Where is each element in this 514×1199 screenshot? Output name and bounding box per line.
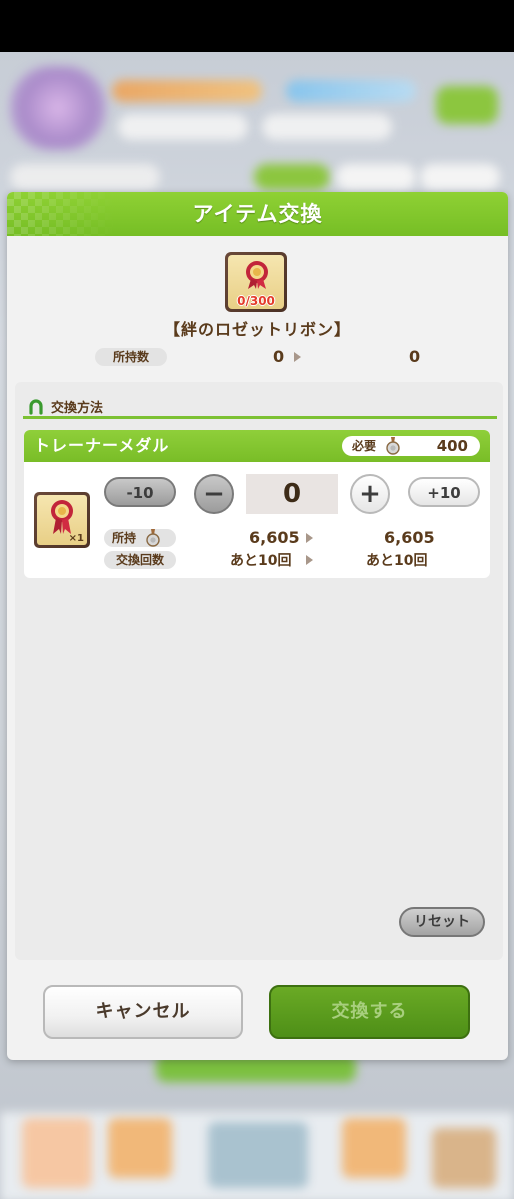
section-header: 交換方法: [27, 396, 103, 416]
quantity-display: 0: [246, 474, 338, 514]
reset-button[interactable]: リセット: [399, 907, 485, 937]
card-title: トレーナーメダル: [34, 436, 170, 455]
background-nav-tile: [342, 1118, 406, 1178]
section-divider: [23, 416, 497, 419]
cancel-button[interactable]: キャンセル: [43, 985, 243, 1039]
background-currency: [118, 114, 248, 140]
rosette-material-icon: ×1: [34, 492, 90, 548]
background-nav-tile: [432, 1128, 496, 1188]
plus-10-button[interactable]: +10: [408, 477, 480, 507]
dialog-title: アイテム交換: [192, 202, 323, 226]
required-label: 必要: [352, 439, 377, 453]
owned-count-after: 0: [409, 347, 421, 366]
background-nav-tile: [22, 1118, 92, 1188]
item-exchange-dialog: アイテム交換 0/300 【絆のロゼットリボン】 所持数 0 0 交換方法 トレ…: [7, 192, 508, 1060]
status-bar: [0, 0, 514, 52]
background-pill: [10, 164, 160, 190]
background-pill: [420, 164, 500, 190]
owned-count-label: 所持数: [95, 348, 167, 366]
medal-owned-label: 所持: [112, 531, 137, 545]
game-logo: [10, 66, 106, 150]
background-nav-tile: [208, 1122, 308, 1188]
rosette-ribbon-item-icon: 0/300: [225, 252, 287, 312]
arrow-right-icon: [294, 352, 301, 362]
medal-owned-after: 6,605: [384, 528, 435, 547]
background-button: [436, 86, 498, 124]
owned-count-before: 0: [273, 347, 285, 366]
rosette-icon: [51, 500, 73, 534]
increment-button[interactable]: +: [350, 474, 390, 514]
rosette-icon: [246, 261, 268, 289]
exchange-count-before: あと10回: [230, 553, 292, 569]
trainer-medal-icon: [146, 529, 160, 547]
item-name: 【絆のロゼットリボン】: [163, 320, 351, 339]
card-header: トレーナーメダル 必要 400: [24, 430, 490, 462]
arrow-right-icon: [306, 533, 313, 543]
section-title: 交換方法: [51, 400, 104, 416]
medal-owned-label-pill: 所持: [104, 529, 176, 547]
background-pill: [254, 164, 330, 190]
medal-owned-before: 6,605: [249, 528, 300, 547]
exchange-method-section: 交換方法 トレーナーメダル 必要 400 ×1 -10 − 0 + +10 所持…: [15, 382, 503, 960]
background-gauge: [286, 80, 416, 102]
trainer-medal-icon: [386, 437, 400, 455]
material-quantity: ×1: [68, 533, 84, 544]
arrow-right-icon: [306, 555, 313, 565]
required-amount-pill: 必要 400: [342, 436, 480, 456]
required-value: 400: [436, 437, 468, 455]
exchange-button[interactable]: 交換する: [269, 985, 470, 1039]
background-pill: [336, 164, 416, 190]
background-nav-tile: [108, 1118, 172, 1178]
item-stock-count: 0/300: [237, 294, 275, 308]
decrement-button[interactable]: −: [194, 474, 234, 514]
exchange-count-after: あと10回: [366, 553, 428, 569]
horseshoe-icon: [29, 399, 43, 415]
exchange-count-label: 交換回数: [104, 551, 176, 569]
dialog-header: アイテム交換: [7, 192, 508, 236]
background-currency: [262, 114, 392, 140]
minus-10-button[interactable]: -10: [104, 477, 176, 507]
trainer-medal-exchange-card: トレーナーメダル 必要 400 ×1 -10 − 0 + +10 所持 6,60…: [24, 430, 490, 578]
background-gauge: [112, 80, 262, 102]
